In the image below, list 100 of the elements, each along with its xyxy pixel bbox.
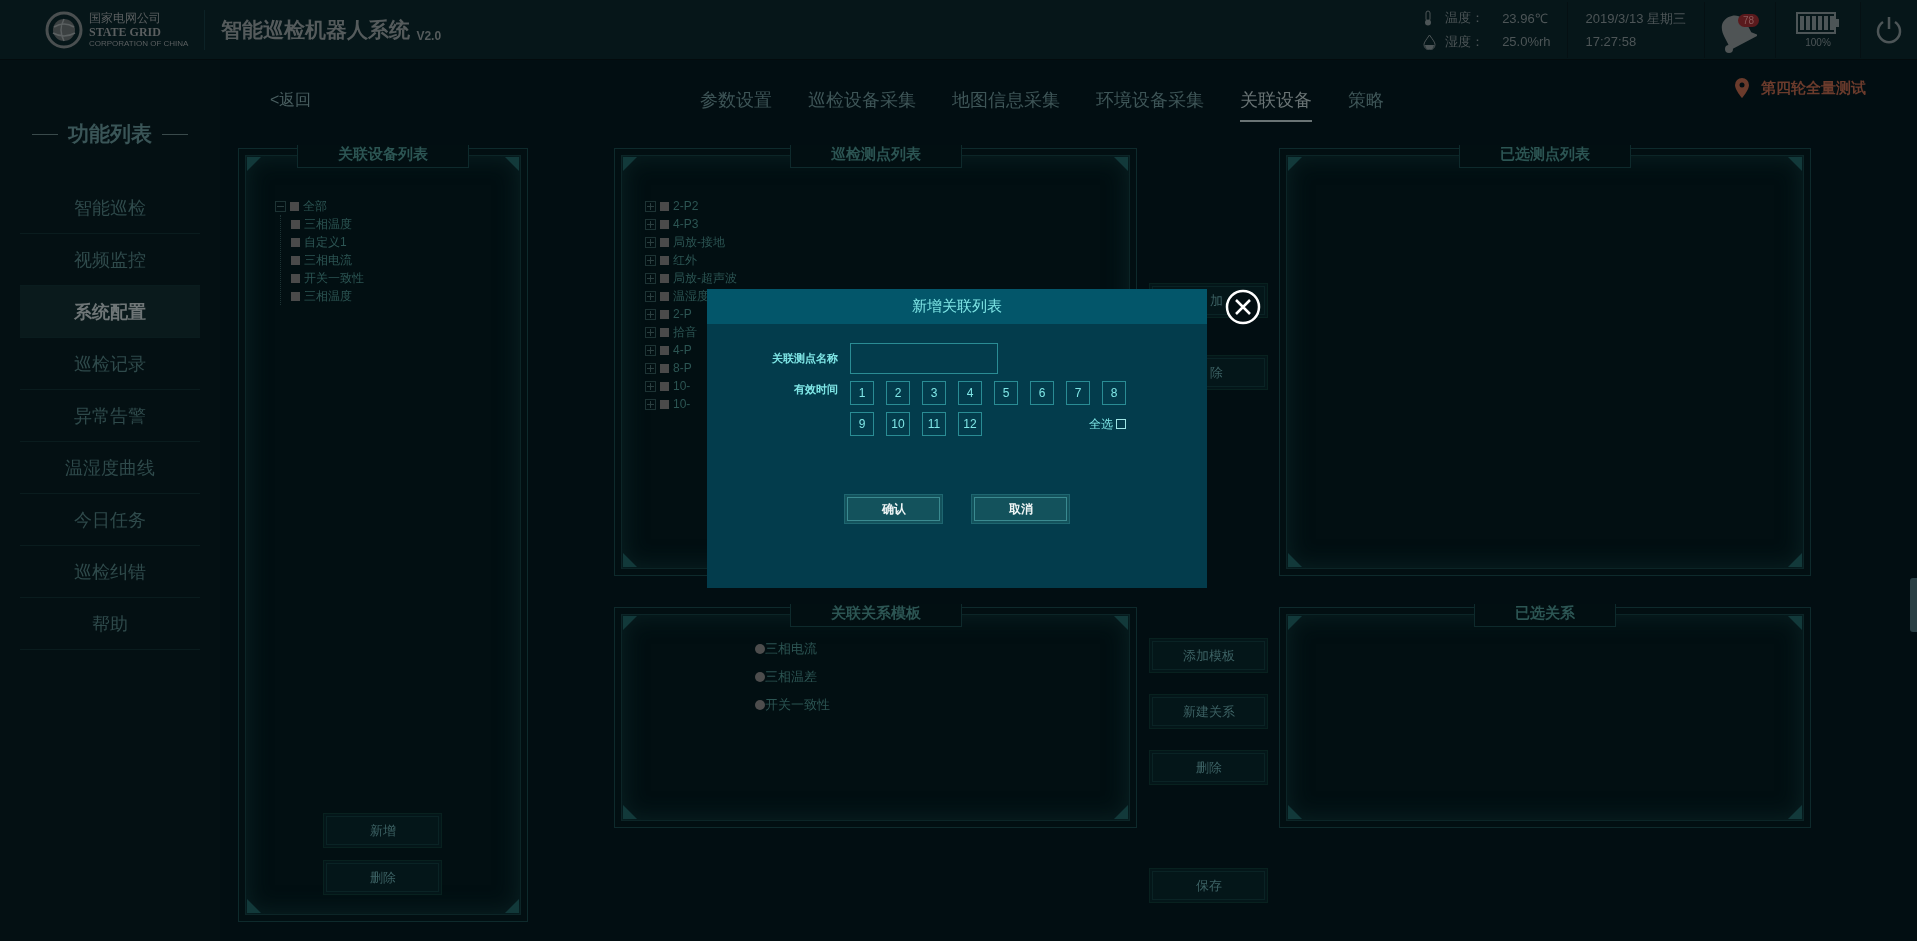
tree-item-label[interactable]: 三相电流 — [304, 251, 352, 269]
sidebar-title: 功能列表 — [68, 121, 152, 147]
hour-toggle[interactable]: 3 — [922, 381, 946, 405]
panel-button[interactable]: 新增 — [323, 813, 442, 848]
tree-item-label[interactable]: 10- — [673, 397, 691, 411]
panel-button[interactable]: 删除 — [323, 860, 442, 895]
save-button[interactable]: 保存 — [1149, 868, 1268, 903]
expand-icon[interactable] — [645, 254, 656, 266]
back-link[interactable]: <返回 — [270, 90, 312, 111]
hour-toggle[interactable]: 5 — [994, 381, 1018, 405]
hour-toggle[interactable]: 7 — [1066, 381, 1090, 405]
menu-item[interactable]: 巡检记录 — [20, 338, 200, 390]
checkbox[interactable] — [660, 399, 669, 409]
checkbox[interactable] — [660, 363, 669, 373]
expand-icon[interactable] — [645, 344, 656, 356]
humidity-value: 25.0%rh — [1502, 34, 1551, 49]
tree-item-label[interactable]: 三相温度 — [304, 287, 352, 305]
tree-item-label[interactable]: 10- — [673, 379, 691, 393]
expand-icon[interactable] — [645, 218, 656, 230]
dialog-button[interactable]: 取消 — [971, 494, 1070, 524]
menu-item[interactable]: 智能巡检 — [20, 182, 200, 234]
checkbox[interactable] — [660, 381, 669, 391]
checkbox[interactable] — [660, 273, 669, 283]
tree-item-label[interactable]: 红外 — [673, 251, 697, 269]
tab[interactable]: 参数设置 — [700, 88, 773, 122]
expand-icon[interactable] — [645, 362, 656, 374]
hour-toggle[interactable]: 12 — [958, 412, 982, 436]
location-pin-icon — [1735, 78, 1749, 98]
expand-icon[interactable] — [645, 236, 656, 248]
tree-item-label[interactable]: 局放-接地 — [673, 233, 725, 251]
hour-toggle[interactable]: 9 — [850, 412, 874, 436]
checkbox[interactable] — [291, 237, 300, 247]
expand-icon[interactable] — [645, 200, 656, 212]
expand-icon[interactable] — [645, 380, 656, 392]
tree-item-label[interactable]: 2-P — [673, 307, 692, 321]
tab[interactable]: 关联设备 — [1240, 88, 1313, 122]
corner-mark — [623, 616, 637, 630]
expand-icon[interactable] — [645, 272, 656, 284]
checkbox[interactable] — [660, 345, 669, 355]
tab[interactable]: 地图信息采集 — [952, 88, 1061, 122]
tree-item-label[interactable]: 自定义1 — [304, 233, 347, 251]
collapse-icon[interactable] — [275, 200, 286, 212]
scroll-handle[interactable] — [1910, 578, 1917, 632]
select-all-label: 全选 — [1089, 415, 1113, 433]
menu-item[interactable]: 温湿度曲线 — [20, 442, 200, 494]
dialog-button[interactable]: 确认 — [844, 494, 943, 524]
hour-toggle[interactable]: 6 — [1030, 381, 1054, 405]
tree-item-label[interactable]: 4-P3 — [673, 217, 699, 231]
tree-item-label[interactable]: 三相温度 — [304, 215, 352, 233]
checkbox[interactable] — [660, 309, 669, 319]
hour-toggle[interactable]: 11 — [922, 412, 946, 436]
hour-toggle[interactable]: 1 — [850, 381, 874, 405]
panel-button[interactable]: 删除 — [1149, 750, 1268, 785]
expand-icon[interactable] — [645, 308, 656, 320]
checkbox[interactable] — [660, 327, 669, 337]
close-icon[interactable] — [1225, 289, 1261, 325]
radio-button[interactable] — [755, 644, 765, 654]
corner-mark — [505, 899, 519, 913]
expand-icon[interactable] — [645, 290, 656, 302]
radio-button[interactable] — [755, 672, 765, 682]
tab[interactable]: 环境设备采集 — [1096, 88, 1205, 122]
corner-mark — [1288, 157, 1302, 171]
name-input-field[interactable] — [850, 343, 998, 374]
tree-item-label[interactable]: 8-P — [673, 361, 692, 375]
app-title: 智能巡检机器人系统 — [221, 16, 411, 43]
menu-item[interactable]: 今日任务 — [20, 494, 200, 546]
hour-toggle[interactable]: 8 — [1102, 381, 1126, 405]
checkbox[interactable] — [660, 291, 669, 301]
checkbox[interactable] — [291, 219, 300, 229]
radio-button[interactable] — [755, 700, 765, 710]
hour-toggle[interactable]: 2 — [886, 381, 910, 405]
menu-item[interactable]: 巡检纠错 — [20, 546, 200, 598]
checkbox[interactable] — [290, 201, 299, 211]
hour-toggle[interactable]: 10 — [886, 412, 910, 436]
menu-item[interactable]: 异常告警 — [20, 390, 200, 442]
expand-icon[interactable] — [645, 398, 656, 410]
tree-item-label[interactable]: 2-P2 — [673, 199, 699, 213]
tree-item-label[interactable]: 局放-超声波 — [673, 269, 737, 287]
corner-mark — [1788, 553, 1802, 567]
tab[interactable]: 策略 — [1348, 88, 1385, 122]
select-all-checkbox[interactable] — [1116, 419, 1126, 429]
menu-item[interactable]: 系统配置 — [20, 286, 200, 338]
checkbox[interactable] — [660, 255, 669, 265]
menu-item[interactable]: 帮助 — [20, 598, 200, 650]
panel-button[interactable]: 新建关系 — [1149, 694, 1268, 729]
power-icon[interactable] — [1875, 14, 1903, 45]
checkbox[interactable] — [291, 273, 300, 283]
panel-button[interactable]: 添加模板 — [1149, 638, 1268, 673]
hour-toggle[interactable]: 4 — [958, 381, 982, 405]
tree-item-label[interactable]: 温湿度 — [673, 287, 709, 305]
checkbox[interactable] — [660, 219, 669, 229]
tree-item-label[interactable]: 拾音 — [673, 323, 697, 341]
checkbox[interactable] — [291, 291, 300, 301]
checkbox[interactable] — [660, 237, 669, 247]
tree-item-label[interactable]: 全部 — [303, 197, 327, 215]
expand-icon[interactable] — [645, 326, 656, 338]
tab[interactable]: 巡检设备采集 — [808, 88, 917, 122]
checkbox[interactable] — [660, 201, 669, 211]
tree-item-label[interactable]: 4-P — [673, 343, 692, 357]
checkbox[interactable] — [291, 255, 300, 265]
